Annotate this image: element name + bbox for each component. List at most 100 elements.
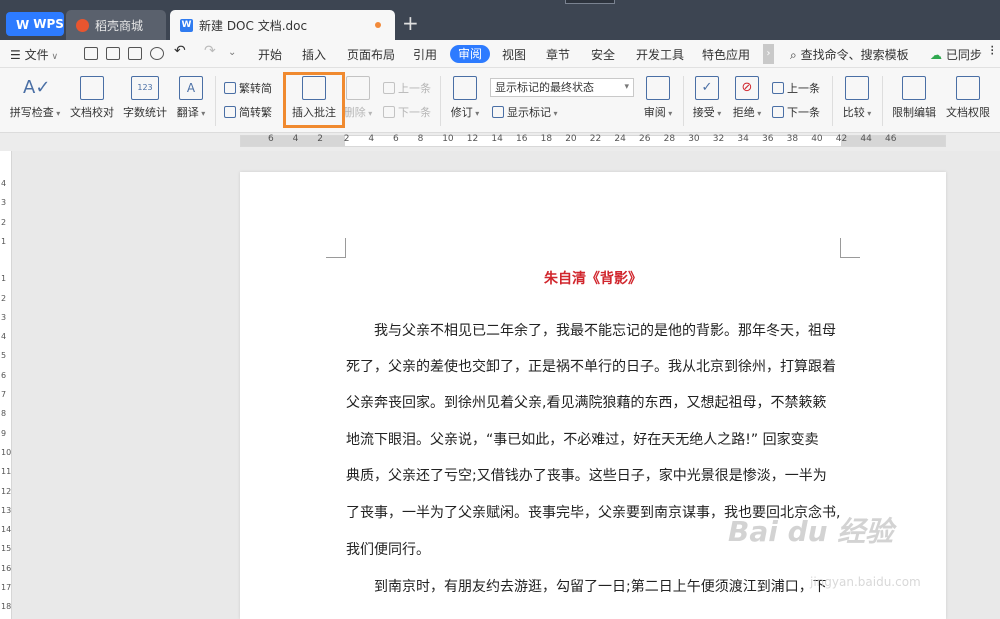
review-pane-button[interactable]: 审阅 ▾ xyxy=(641,76,675,120)
review-pane-icon xyxy=(646,76,670,100)
prev-change-button[interactable]: 上一条 xyxy=(772,80,820,96)
document-icon: W xyxy=(180,18,193,32)
ruler-number: 4 xyxy=(292,134,299,144)
prev-comment-button[interactable]: 上一条 xyxy=(383,80,431,96)
menu-bar: ☰ 文件 ∨ ↶ ↷ ⌄ 开始 插入 页面布局 引用 审阅 视图 章节 安全 开… xyxy=(0,40,1000,68)
word-count-label: 字数统计 xyxy=(123,106,167,119)
review-pane-label: 审阅 xyxy=(643,106,666,119)
quick-access-dropdown-icon[interactable]: ⌄ xyxy=(228,47,236,58)
paragraph-line[interactable]: 到南京时，有朋友约去游逛，勾留了一日;第二日上午便须渡江到浦口，下 xyxy=(346,576,827,596)
watermark-brand: Bai du 经验 xyxy=(728,515,894,548)
show-markup-icon xyxy=(492,106,504,118)
translate-button[interactable]: A 翻译 ▾ xyxy=(173,76,209,120)
ruler-number: 17 xyxy=(1,583,12,592)
word-count-button[interactable]: 123 字数统计 xyxy=(121,76,169,120)
menu-chapter[interactable]: 章节 xyxy=(546,46,570,63)
paragraph-line[interactable]: 我们便同行。 xyxy=(346,539,430,559)
export-pdf-icon[interactable] xyxy=(106,47,120,60)
command-search-label: 查找命令、搜索模板 xyxy=(800,48,909,62)
ruler-number: 6 xyxy=(393,134,399,144)
ruler-number: 36 xyxy=(762,134,774,144)
spell-check-button[interactable]: A✓ 拼写检查 ▾ xyxy=(8,76,62,120)
spell-check-label: 拼写检查 xyxy=(9,106,54,119)
undo-icon[interactable]: ↶ xyxy=(174,43,186,59)
vertical-ruler[interactable]: 432112345678910111213141516171819 xyxy=(0,151,12,619)
watermark-url: jingyan.baidu.com xyxy=(810,575,921,589)
menu-review-active[interactable]: 审阅 xyxy=(450,45,490,63)
ruler-number: 40 xyxy=(811,134,823,144)
menu-features[interactable]: 特色应用 xyxy=(702,46,750,63)
tab-daoke-store[interactable]: 稻壳商城 xyxy=(66,10,166,40)
compare-icon xyxy=(845,76,869,100)
tab-wps[interactable]: W WPS xyxy=(6,12,64,36)
chevron-down-icon: ∨ xyxy=(48,52,59,62)
wps-logo-icon: W xyxy=(16,17,30,32)
ruler-number: 28 xyxy=(663,134,676,144)
menu-security[interactable]: 安全 xyxy=(591,46,615,63)
document-page[interactable]: 朱自清《背影》 我与父亲不相见已二年余了，我最不能忘记的是他的背影。那年冬天，祖… xyxy=(240,172,946,619)
compare-label: 比较 xyxy=(842,106,865,119)
ribbon-separator xyxy=(683,76,684,126)
restrict-edit-button[interactable]: 限制编辑 xyxy=(890,76,938,120)
save-icon[interactable] xyxy=(84,47,98,60)
hamburger-icon: ☰ xyxy=(10,48,25,62)
ribbon-separator xyxy=(440,76,441,126)
paragraph-line[interactable]: 典质，父亲还了亏空;又借钱办了丧事。这些日子，家中光景很是惨淡，一半为 xyxy=(346,465,827,485)
simplified-to-traditional-button[interactable]: 简转繁 xyxy=(224,104,272,120)
accept-label: 接受 xyxy=(692,106,715,119)
margin-corner-mark xyxy=(326,238,346,258)
redo-icon[interactable]: ↷ xyxy=(204,43,216,59)
next-comment-label: 下一条 xyxy=(398,106,431,119)
reject-button[interactable]: ⊘ 拒绝 ▾ xyxy=(730,76,764,120)
menu-start[interactable]: 开始 xyxy=(258,46,282,63)
next-comment-button[interactable]: 下一条 xyxy=(383,104,431,120)
compare-button[interactable]: 比较 ▾ xyxy=(840,76,874,120)
traditionalize-icon xyxy=(224,106,236,118)
menu-insert[interactable]: 插入 xyxy=(302,46,326,63)
tab-label: WPS xyxy=(33,17,64,31)
accept-button[interactable]: ✓ 接受 ▾ xyxy=(690,76,724,120)
horizontal-ruler[interactable]: 6 4 2 2 4 6 8 10 12 14 16 18 20 22 24 26 28 30 32 34 36 38 40 4… xyxy=(0,133,1000,151)
accept-icon: ✓ xyxy=(695,76,719,100)
new-tab-button[interactable]: + xyxy=(402,13,419,33)
traditional-to-simplified-button[interactable]: 繁转简 xyxy=(224,80,272,96)
share-icon[interactable]: ⁝ xyxy=(990,43,994,59)
ruler-number: 4 xyxy=(1,179,7,188)
ruler-number: 18 xyxy=(540,134,553,144)
ruler-number: 32 xyxy=(712,134,725,144)
display-state-select[interactable]: 显示标记的最终状态 ▾ xyxy=(490,78,634,97)
menu-page-layout[interactable]: 页面布局 xyxy=(347,46,395,63)
document-title[interactable]: 朱自清《背影》 xyxy=(240,268,946,288)
ribbon-separator xyxy=(882,76,883,126)
next-comment-icon xyxy=(383,106,395,118)
print-icon[interactable] xyxy=(128,47,142,60)
prev-change-icon xyxy=(772,82,784,94)
ruler-number: 1 xyxy=(1,274,7,284)
menu-reference[interactable]: 引用 xyxy=(413,46,437,63)
print-preview-icon[interactable] xyxy=(150,47,164,60)
paragraph-line[interactable]: 父亲奔丧回家。到徐州见着父亲,看见满院狼藉的东西，又想起祖母，不禁簌簌 xyxy=(346,392,826,412)
paragraph-line[interactable]: 地流下眼泪。父亲说，“事已如此，不必难过，好在天无绝人之路!” 回家变卖 xyxy=(346,429,819,449)
command-search[interactable]: ⌕ 查找命令、搜索模板 xyxy=(790,46,909,63)
ruler-number: 14 xyxy=(1,525,12,535)
show-markup-button[interactable]: 显示标记 ▾ xyxy=(492,104,558,120)
file-menu-label: 文件 xyxy=(24,48,49,62)
file-menu[interactable]: ☰ 文件 ∨ xyxy=(10,46,58,63)
tab-document[interactable]: W 新建 DOC 文档.doc xyxy=(170,10,395,40)
doc-permission-button[interactable]: 文档权限 xyxy=(944,76,992,120)
sync-status[interactable]: ☁ 已同步 xyxy=(930,46,982,63)
ruler-number: 8 xyxy=(1,409,7,419)
menu-developer[interactable]: 开发工具 xyxy=(636,46,684,63)
track-changes-button[interactable]: 修订 ▾ xyxy=(447,76,483,120)
prev-comment-label: 上一条 xyxy=(398,82,431,95)
delete-comment-button[interactable]: 删除 ▾ xyxy=(343,76,373,120)
paragraph-line[interactable]: 死了，父亲的差使也交卸了，正是祸不单行的日子。我从北京到徐州，打算跟着 xyxy=(346,356,836,376)
menu-view[interactable]: 视图 xyxy=(502,46,526,63)
ruler-number: 12 xyxy=(466,134,479,144)
delete-comment-icon xyxy=(346,76,370,100)
doc-proofread-button[interactable]: 文档校对 xyxy=(68,76,116,120)
more-menu-button[interactable]: › xyxy=(763,44,774,64)
paragraph-line[interactable]: 我与父亲不相见已二年余了，我最不能忘记的是他的背影。那年冬天，祖母 xyxy=(346,320,836,340)
next-change-button[interactable]: 下一条 xyxy=(772,104,820,120)
prev-change-label: 上一条 xyxy=(787,82,820,95)
